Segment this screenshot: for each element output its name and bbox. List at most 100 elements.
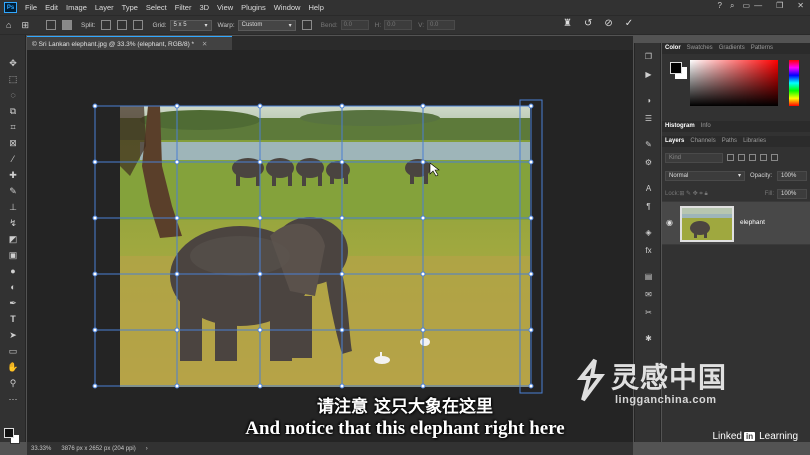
notes-icon[interactable]: ✉ [643, 289, 654, 300]
tab-histogram[interactable]: Histogram [665, 123, 695, 130]
search-icon[interactable]: ⌕ [730, 1, 734, 11]
color-field[interactable] [690, 60, 778, 106]
v-input[interactable]: 0.0 [427, 20, 456, 30]
tab-paths[interactable]: Paths [722, 138, 737, 145]
tab-channels[interactable]: Channels [690, 138, 715, 145]
pen-tool-icon[interactable]: ✒ [7, 297, 19, 309]
reference-point-toggle-icon[interactable] [61, 20, 72, 30]
type-filter-icon[interactable] [749, 154, 756, 161]
brush-tool-icon[interactable]: ✎ [7, 185, 19, 197]
swatches-icon[interactable]: ◈ [643, 227, 654, 238]
pixel-filter-icon[interactable] [727, 154, 734, 161]
zoom-tool-icon[interactable]: ⚲ [7, 377, 19, 389]
reference-point-icon[interactable] [45, 20, 56, 30]
play-icon[interactable]: ▶ [643, 69, 654, 80]
close-tab-icon[interactable]: ✕ [202, 41, 207, 48]
eraser-tool-icon[interactable]: ◩ [7, 233, 19, 245]
layer-thumbnail[interactable] [680, 206, 734, 242]
layer-row-elephant[interactable]: ◉ elephant [662, 201, 810, 245]
tab-libraries[interactable]: Libraries [743, 138, 766, 145]
puppet-warp-icon[interactable]: ♜ [563, 18, 572, 29]
foreground-color-swatch[interactable] [4, 428, 14, 438]
tab-color[interactable]: Color [665, 45, 681, 52]
shape-filter-icon[interactable] [760, 154, 767, 161]
hue-slider[interactable] [789, 60, 799, 106]
menu-help[interactable]: Help [304, 3, 327, 12]
eye-icon[interactable]: ◉ [666, 218, 673, 227]
menu-layer[interactable]: Layer [91, 3, 118, 12]
warp-select[interactable]: Custom ▾ [237, 19, 296, 31]
hand-tool-icon[interactable]: ✋ [7, 361, 19, 373]
opacity-input[interactable]: 100% [776, 170, 807, 181]
menu-image[interactable]: Image [62, 3, 91, 12]
eyedropper-tool-icon[interactable]: ⁄ [7, 153, 19, 165]
bend-input[interactable]: 0.0 [340, 20, 369, 30]
path-select-icon[interactable]: ➤ [7, 329, 19, 341]
zoom-level[interactable]: 33.33% [31, 446, 51, 452]
layer-name[interactable]: elephant [740, 219, 765, 226]
learn-icon[interactable]: ❐ [643, 51, 654, 62]
menu-filter[interactable]: Filter [171, 3, 196, 12]
clone-source-icon[interactable]: ⚙ [643, 157, 654, 168]
layer-comps-icon[interactable]: ▤ [643, 271, 654, 282]
lasso-tool-icon[interactable]: ◌ [7, 89, 19, 101]
shapes-icon[interactable]: ✱ [643, 333, 654, 344]
menu-3d[interactable]: 3D [195, 3, 213, 12]
adjustment-filter-icon[interactable] [738, 154, 745, 161]
paragraph-icon[interactable]: ¶ [643, 201, 654, 212]
split-horizontal-icon[interactable] [133, 20, 144, 30]
blend-mode-select[interactable]: Normal ▾ [665, 170, 745, 181]
dodge-tool-icon[interactable]: ◐ [7, 281, 19, 293]
adjustments-icon[interactable]: ◑ [643, 95, 654, 106]
glyphs-icon[interactable]: fx [643, 245, 654, 256]
gradient-tool-icon[interactable]: ▣ [7, 249, 19, 261]
maximize-icon[interactable]: ❐ [776, 1, 783, 10]
workspace-icon[interactable]: ▭ [742, 1, 750, 11]
type-tool-icon[interactable]: T [7, 313, 19, 325]
close-window-icon[interactable]: ✕ [797, 1, 804, 10]
brush-settings-icon[interactable]: ✎ [643, 139, 654, 150]
menu-edit[interactable]: Edit [41, 3, 62, 12]
grid-select[interactable]: 5 x 5 ▾ [169, 19, 212, 31]
commit-check-icon[interactable]: ✓ [625, 18, 633, 29]
menu-view[interactable]: View [213, 3, 237, 12]
lock-icons[interactable]: ⊞ ✎ ✥ ⌗ 🔒︎ [679, 190, 707, 198]
tab-gradients[interactable]: Gradients [719, 45, 745, 52]
healing-brush-icon[interactable]: ✚ [7, 169, 19, 181]
tab-layers[interactable]: Layers [665, 138, 684, 145]
clone-stamp-icon[interactable]: ⊥ [7, 201, 19, 213]
split-crosswise-icon[interactable] [101, 20, 112, 30]
move-tool-icon[interactable]: ✥ [7, 57, 19, 69]
menu-window[interactable]: Window [270, 3, 305, 12]
minimize-icon[interactable]: — [754, 1, 762, 10]
marquee-tool-icon[interactable]: ⬚ [7, 73, 19, 85]
tab-patterns[interactable]: Patterns [751, 45, 773, 52]
help-icon[interactable]: ? [718, 1, 722, 11]
frame-tool-icon[interactable]: ⊠ [7, 137, 19, 149]
object-select-tool-icon[interactable]: ⧉ [7, 105, 19, 117]
character-icon[interactable]: A [643, 183, 654, 194]
menu-select[interactable]: Select [142, 3, 171, 12]
canvas-area[interactable] [27, 50, 633, 442]
rectangle-tool-icon[interactable]: ▭ [7, 345, 19, 357]
menu-file[interactable]: File [21, 3, 41, 12]
home-icon[interactable]: ⌂ [6, 20, 11, 30]
properties-icon[interactable]: ☰ [643, 113, 654, 124]
menu-type[interactable]: Type [118, 3, 142, 12]
document-tab[interactable]: © Sri Lankan elephant.jpg @ 33.3% (eleph… [27, 36, 232, 50]
kind-filter-select[interactable]: Kind [665, 152, 723, 163]
fill-input[interactable]: 100% [777, 188, 807, 199]
cancel-icon[interactable]: ⊘ [604, 18, 612, 29]
tools-icon[interactable]: ✂ [643, 307, 654, 318]
menu-plugins[interactable]: Plugins [237, 3, 270, 12]
smart-object-filter-icon[interactable] [771, 154, 778, 161]
chevron-right-icon[interactable]: › [146, 446, 148, 452]
crop-tool-icon[interactable]: ⌗ [7, 121, 19, 133]
color-foreground-swatch[interactable] [670, 62, 682, 74]
tab-swatches[interactable]: Swatches [687, 45, 713, 52]
h-input[interactable]: 0.0 [384, 20, 413, 30]
tab-info[interactable]: Info [701, 123, 711, 130]
warp-grid-overlay[interactable] [27, 50, 633, 442]
blur-tool-icon[interactable]: ● [7, 265, 19, 277]
warp-orientation-icon[interactable] [301, 20, 312, 30]
